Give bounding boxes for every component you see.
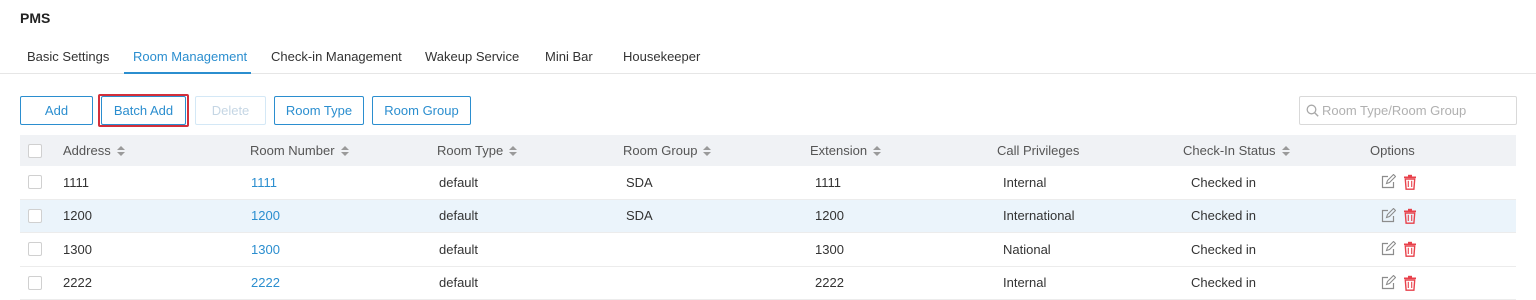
cell-room-group: SDA bbox=[626, 208, 653, 224]
sort-icon[interactable] bbox=[509, 145, 518, 156]
search-box[interactable] bbox=[1299, 96, 1517, 125]
trash-icon[interactable] bbox=[1403, 208, 1417, 224]
cell-extension: 1300 bbox=[815, 241, 844, 257]
column-room-group[interactable]: Room Group bbox=[623, 135, 712, 166]
cell-room-group: SDA bbox=[626, 174, 653, 190]
sort-icon[interactable] bbox=[340, 145, 349, 156]
edit-icon[interactable] bbox=[1380, 174, 1396, 190]
room-table: Address Room Number Room Type Room Group… bbox=[20, 135, 1516, 300]
column-address-label: Address bbox=[63, 143, 111, 158]
delete-button[interactable]: Delete bbox=[195, 96, 266, 125]
tab-bar: Basic Settings Room Management Check-in … bbox=[0, 38, 1536, 74]
sort-icon[interactable] bbox=[1281, 145, 1290, 156]
cell-check-in-status: Checked in bbox=[1191, 174, 1257, 190]
trash-icon[interactable] bbox=[1403, 241, 1417, 258]
cell-check-in-status: Checked in bbox=[1191, 208, 1257, 224]
column-room-group-label: Room Group bbox=[623, 143, 698, 158]
column-call-privileges: Call Privileges bbox=[997, 135, 1079, 166]
sort-icon[interactable] bbox=[703, 145, 712, 156]
cell-room-type: default bbox=[439, 174, 479, 190]
select-all-checkbox[interactable] bbox=[28, 143, 42, 158]
table-row: 1300 1300 default 1300 National Checked … bbox=[20, 233, 1516, 267]
edit-icon[interactable] bbox=[1380, 274, 1396, 291]
cell-extension: 1111 bbox=[815, 174, 842, 190]
tab-basic-settings[interactable]: Basic Settings bbox=[27, 49, 109, 64]
tab-room-management[interactable]: Room Management bbox=[133, 49, 247, 64]
row-checkbox[interactable] bbox=[28, 242, 42, 257]
cell-call-privileges: International bbox=[1003, 208, 1075, 224]
cell-call-privileges: Internal bbox=[1003, 174, 1047, 190]
cell-check-in-status: Checked in bbox=[1191, 275, 1257, 291]
row-checkbox[interactable] bbox=[28, 208, 42, 223]
room-number-link[interactable]: 1300 bbox=[251, 233, 280, 266]
cell-call-privileges: Internal bbox=[1003, 275, 1047, 291]
edit-icon[interactable] bbox=[1380, 207, 1396, 224]
cell-address: 1200 bbox=[63, 208, 92, 224]
sort-icon[interactable] bbox=[873, 145, 882, 156]
cell-address: 2222 bbox=[63, 275, 92, 291]
cell-check-in-status: Checked in bbox=[1191, 241, 1257, 257]
search-icon bbox=[1306, 104, 1319, 117]
room-type-button[interactable]: Room Type bbox=[274, 96, 364, 125]
column-check-in-status[interactable]: Check-In Status bbox=[1183, 135, 1290, 166]
column-extension[interactable]: Extension bbox=[810, 135, 882, 166]
cell-extension: 1200 bbox=[815, 208, 844, 224]
room-group-button[interactable]: Room Group bbox=[372, 96, 471, 125]
column-room-number-label: Room Number bbox=[250, 143, 335, 158]
column-extension-label: Extension bbox=[810, 143, 868, 158]
table-row: 1200 1200 default SDA 1200 International… bbox=[20, 199, 1516, 233]
add-button[interactable]: Add bbox=[20, 96, 93, 125]
cell-extension: 2222 bbox=[815, 275, 844, 291]
tab-check-in-management[interactable]: Check-in Management bbox=[271, 49, 402, 64]
edit-icon[interactable] bbox=[1380, 241, 1396, 257]
trash-icon[interactable] bbox=[1403, 174, 1417, 191]
tab-housekeeper[interactable]: Housekeeper bbox=[623, 49, 700, 64]
column-call-privileges-label: Call Privileges bbox=[997, 143, 1080, 158]
room-number-link[interactable]: 1200 bbox=[251, 200, 280, 233]
tab-wakeup-service[interactable]: Wakeup Service bbox=[425, 49, 519, 64]
sort-icon[interactable] bbox=[116, 145, 125, 156]
table-row: 1111 1111 default SDA 1111 Internal Chec… bbox=[20, 166, 1516, 200]
room-number-link[interactable]: 2222 bbox=[251, 267, 280, 300]
column-options-label: Options bbox=[1370, 143, 1415, 158]
trash-icon[interactable] bbox=[1403, 275, 1417, 291]
active-tab-indicator bbox=[124, 72, 251, 74]
column-address[interactable]: Address bbox=[63, 135, 125, 166]
row-checkbox[interactable] bbox=[28, 275, 42, 290]
table-header: Address Room Number Room Type Room Group… bbox=[20, 135, 1516, 166]
room-number-link[interactable]: 1111 bbox=[251, 166, 277, 199]
cell-room-type: default bbox=[439, 241, 479, 257]
column-check-in-status-label: Check-In Status bbox=[1183, 143, 1276, 158]
row-checkbox[interactable] bbox=[28, 175, 42, 190]
cell-address: 1111 bbox=[63, 174, 90, 190]
cell-address: 1300 bbox=[63, 241, 92, 257]
tab-mini-bar[interactable]: Mini Bar bbox=[545, 49, 593, 64]
column-room-type[interactable]: Room Type bbox=[437, 135, 518, 166]
cell-room-type: default bbox=[439, 208, 479, 224]
batch-add-button[interactable]: Batch Add bbox=[101, 96, 186, 125]
cell-call-privileges: National bbox=[1003, 241, 1051, 257]
page-title: PMS bbox=[20, 10, 51, 26]
column-options: Options bbox=[1370, 135, 1415, 166]
search-input[interactable] bbox=[1322, 103, 1512, 118]
column-room-type-label: Room Type bbox=[437, 143, 504, 158]
column-room-number[interactable]: Room Number bbox=[250, 135, 349, 166]
cell-room-type: default bbox=[439, 275, 479, 291]
table-row: 2222 2222 default 2222 Internal Checked … bbox=[20, 267, 1516, 300]
